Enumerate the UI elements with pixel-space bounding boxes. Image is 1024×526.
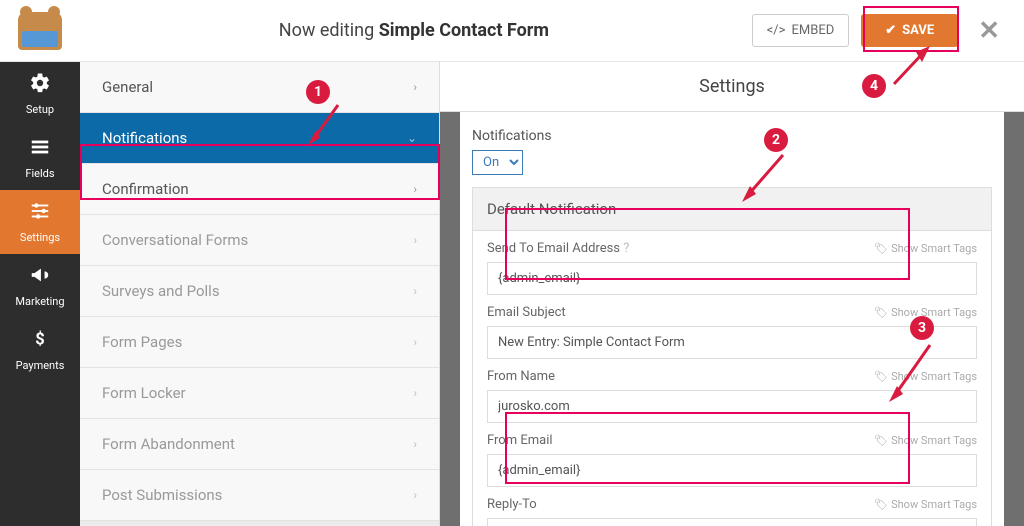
chevron-right-icon: › <box>413 233 417 247</box>
sidebar-item-marketing[interactable]: Marketing <box>0 254 80 318</box>
show-smart-tags[interactable]: 🏷Show Smart Tags <box>874 498 977 511</box>
tag-icon: 🏷 <box>874 242 888 255</box>
field-label: From Email <box>487 433 553 448</box>
sidebar-item-fields[interactable]: Fields <box>0 126 80 190</box>
notification-group-title: Default Notification <box>473 188 991 231</box>
settings-submenu: General› Notifications⌄ Confirmation› Co… <box>80 62 440 526</box>
show-smart-tags[interactable]: 🏷Show Smart Tags <box>874 306 977 319</box>
svg-text:$: $ <box>35 331 44 350</box>
help-icon[interactable]: ? <box>623 241 629 256</box>
dollar-icon: $ <box>29 328 51 355</box>
submenu-item-postsub[interactable]: Post Submissions› <box>80 470 439 521</box>
tag-icon: 🏷 <box>874 498 888 511</box>
sidebar-item-label: Payments <box>16 359 65 372</box>
submenu-item-abandon[interactable]: Form Abandonment› <box>80 419 439 470</box>
submenu-item-general[interactable]: General› <box>80 62 439 113</box>
code-icon: </> <box>767 23 786 38</box>
submenu-item-formpages[interactable]: Form Pages› <box>80 317 439 368</box>
submenu-item-confirmation[interactable]: Confirmation› <box>80 164 439 215</box>
content-panel: Settings Notifications On Default Notifi… <box>440 62 1024 526</box>
sidebar-item-label: Marketing <box>15 295 64 308</box>
default-notification-box: Default Notification Send To Email Addre… <box>472 187 992 526</box>
email-subject-input[interactable] <box>487 326 977 359</box>
submenu-item-conversational[interactable]: Conversational Forms› <box>80 215 439 266</box>
sliders-icon <box>29 200 51 227</box>
notifications-label: Notifications <box>472 128 992 144</box>
sidebar-item-label: Setup <box>26 103 54 116</box>
tag-icon: 🏷 <box>874 434 888 447</box>
chevron-right-icon: › <box>413 437 417 451</box>
topbar: Now editing Simple Contact Form </> EMBE… <box>0 0 1024 62</box>
sidebar: Setup Fields Settings Marketing $ Paymen… <box>0 62 80 526</box>
from-name-input[interactable] <box>487 390 977 423</box>
sidebar-item-label: Fields <box>25 167 54 180</box>
show-smart-tags[interactable]: 🏷Show Smart Tags <box>874 434 977 447</box>
panel-title: Settings <box>440 62 1024 112</box>
sidebar-item-label: Settings <box>20 231 60 244</box>
sidebar-item-setup[interactable]: Setup <box>0 62 80 126</box>
chevron-right-icon: › <box>413 386 417 400</box>
embed-button[interactable]: </> EMBED <box>752 14 850 47</box>
check-icon: ✔ <box>885 23 896 38</box>
field-label: Email Subject <box>487 305 566 320</box>
reply-to-input[interactable] <box>487 518 977 526</box>
show-smart-tags[interactable]: 🏷Show Smart Tags <box>874 242 977 255</box>
chevron-right-icon: › <box>413 284 417 298</box>
gear-icon <box>29 72 51 99</box>
submenu-item-formlocker[interactable]: Form Locker› <box>80 368 439 419</box>
sidebar-item-settings[interactable]: Settings <box>0 190 80 254</box>
chevron-right-icon: › <box>413 80 417 94</box>
logo <box>16 9 64 53</box>
field-label: From Name <box>487 369 555 384</box>
field-label: Reply-To <box>487 497 537 512</box>
show-smart-tags[interactable]: 🏷Show Smart Tags <box>874 370 977 383</box>
submenu-item-notifications[interactable]: Notifications⌄ <box>80 113 439 164</box>
chevron-right-icon: › <box>413 335 417 349</box>
notifications-toggle[interactable]: On <box>472 150 523 175</box>
send-to-email-input[interactable] <box>487 262 977 295</box>
chevron-down-icon: ⌄ <box>407 131 417 145</box>
save-button[interactable]: ✔ SAVE <box>861 14 958 47</box>
list-icon <box>29 136 51 163</box>
page-title: Now editing Simple Contact Form <box>76 20 752 41</box>
sidebar-item-payments[interactable]: $ Payments <box>0 318 80 382</box>
field-label: Send To Email Address <box>487 241 620 256</box>
submenu-item-surveys[interactable]: Surveys and Polls› <box>80 266 439 317</box>
tag-icon: 🏷 <box>874 370 888 383</box>
main: Setup Fields Settings Marketing $ Paymen… <box>0 62 1024 526</box>
close-icon[interactable]: ✕ <box>970 16 1008 46</box>
chevron-right-icon: › <box>413 182 417 196</box>
chevron-right-icon: › <box>413 488 417 502</box>
tag-icon: 🏷 <box>874 306 888 319</box>
bullhorn-icon <box>29 264 51 291</box>
from-email-input[interactable] <box>487 454 977 487</box>
